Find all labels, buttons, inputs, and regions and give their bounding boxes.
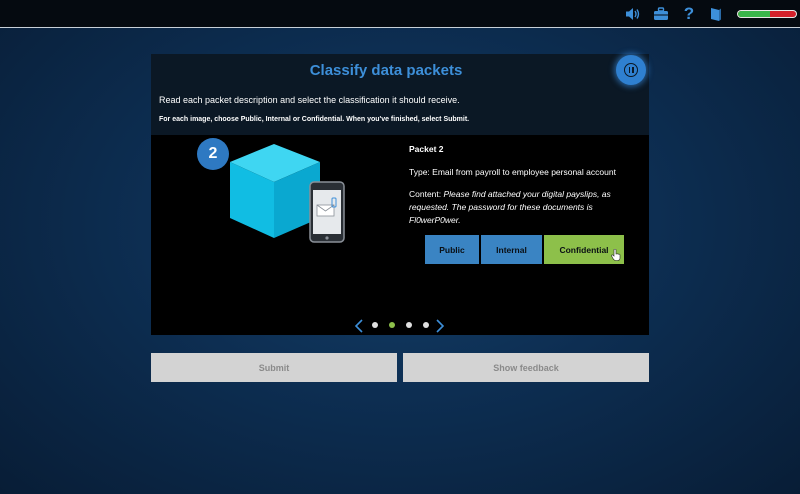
packet-content: Content: Please find attached your digit… (409, 188, 644, 227)
pause-icon (624, 63, 638, 77)
progress-fill (738, 11, 770, 17)
instruction-bold-text: For each image, choose Public, Internal … (159, 116, 470, 123)
pagination-dot[interactable] (423, 322, 429, 328)
packet-type: Type: Email from payroll to employee per… (409, 167, 616, 177)
pagination-dot[interactable] (389, 322, 395, 328)
panel-header: Classify data packets Read each packet d… (151, 54, 649, 135)
top-bar: ? (0, 0, 800, 28)
activity-panel: Classify data packets Read each packet d… (151, 54, 649, 335)
book-icon[interactable] (707, 5, 725, 23)
step-number-badge: 2 (197, 138, 229, 170)
help-icon[interactable]: ? (680, 4, 698, 23)
chevron-right-icon[interactable] (435, 319, 445, 333)
briefcase-icon[interactable] (652, 5, 670, 23)
packet-content-label: Content: (409, 189, 444, 199)
pagination-dot[interactable] (406, 322, 412, 328)
progress-bar (737, 10, 797, 18)
speaker-icon[interactable] (624, 5, 642, 23)
page-title: Classify data packets (309, 62, 463, 79)
progress-track (738, 11, 796, 17)
hand-cursor-icon (611, 249, 621, 261)
public-button[interactable]: Public (425, 235, 479, 264)
internal-button[interactable]: Internal (481, 235, 542, 264)
packet-title: Packet 2 (409, 144, 444, 154)
pause-button[interactable] (616, 55, 646, 85)
pagination-dot[interactable] (372, 322, 378, 328)
instruction-text: Read each packet description and select … (159, 95, 460, 105)
show-feedback-button[interactable]: Show feedback (403, 353, 649, 382)
chevron-left-icon[interactable] (354, 319, 364, 333)
help-glyph: ? (683, 4, 695, 23)
submit-button[interactable]: Submit (151, 353, 397, 382)
cube-icon (230, 144, 320, 238)
smartphone-icon (309, 181, 345, 243)
packet-illustration (230, 144, 345, 243)
